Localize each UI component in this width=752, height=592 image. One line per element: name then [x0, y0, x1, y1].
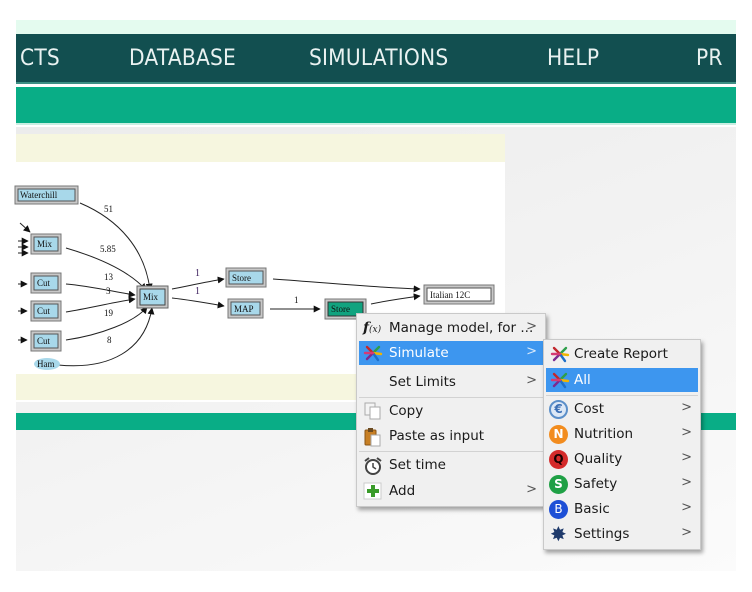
menu-item-paste-as-input[interactable]: Paste as input: [359, 424, 543, 448]
submenu-arrow: >: [681, 450, 692, 465]
svg-text:Store: Store: [232, 273, 251, 283]
gear-icon: ✸: [550, 522, 567, 546]
edge-store-italian: [272, 278, 421, 293]
submenu-item-safety[interactable]: S Safety >: [546, 472, 698, 496]
edge-mixleft-mix: [65, 247, 147, 291]
node-waterchill[interactable]: Waterchill: [14, 185, 79, 205]
edge-offscreen-1: [19, 222, 31, 233]
submenu-arrow: >: [526, 344, 537, 359]
simulate-star-icon: [550, 345, 570, 363]
plus-icon: [363, 482, 383, 500]
euro-icon: €: [549, 400, 568, 419]
simulate-star-icon: [363, 344, 383, 362]
edge-label: 19: [104, 308, 114, 318]
svg-text:Mix: Mix: [143, 292, 159, 302]
function-icon: f(x): [363, 320, 382, 336]
menu-separator: [359, 397, 543, 398]
edge-label: 51: [104, 204, 113, 214]
svg-text:Cut: Cut: [37, 336, 51, 346]
copy-icon: [363, 402, 383, 420]
node-ham[interactable]: Ham: [34, 358, 60, 370]
submenu-item-create-report[interactable]: Create Report: [546, 342, 698, 366]
simulate-submenu: Create Report All € Cost > N Nutrition >…: [543, 339, 701, 550]
edge-label: 8: [107, 335, 112, 345]
safety-s-icon: S: [549, 475, 568, 494]
menu-item-set-limits[interactable]: Set Limits >: [359, 370, 543, 394]
paste-icon: [363, 427, 383, 447]
submenu-arrow: >: [526, 482, 537, 497]
svg-text:Cut: Cut: [37, 278, 51, 288]
context-menu: f(x) Manage model, for ... > Simulate > …: [356, 313, 546, 507]
submenu-arrow: >: [681, 475, 692, 490]
node-italian-12c[interactable]: Italian 12C: [423, 284, 495, 305]
node-map[interactable]: MAP: [227, 298, 264, 319]
svg-text:Italian 12C: Italian 12C: [430, 290, 470, 300]
edge-storesel-italian: [370, 293, 421, 305]
menu-separator: [546, 395, 698, 396]
svg-text:Mix: Mix: [37, 239, 53, 249]
node-cut-3[interactable]: Cut: [30, 330, 62, 352]
menu-item-manage-model[interactable]: f(x) Manage model, for ... >: [359, 316, 543, 340]
nutrition-n-icon: N: [549, 425, 568, 444]
basic-b-icon: B: [549, 500, 568, 519]
menu-item-add[interactable]: Add >: [359, 479, 543, 503]
edge-labels: 51 5.85 13 3 19 8 1 1 1: [100, 204, 299, 345]
edge-mix-map: [171, 297, 225, 309]
svg-text:Waterchill: Waterchill: [20, 190, 58, 200]
submenu-arrow: >: [681, 500, 692, 515]
submenu-item-settings[interactable]: ✸ Settings >: [546, 522, 698, 546]
edge-cut2-mix: [65, 296, 136, 313]
node-cut-1[interactable]: Cut: [30, 272, 62, 294]
submenu-item-nutrition[interactable]: N Nutrition >: [546, 422, 698, 446]
menu-item-copy[interactable]: Copy: [359, 399, 543, 423]
edge-label: 3: [106, 286, 111, 296]
submenu-arrow: >: [526, 319, 537, 334]
submenu-item-basic[interactable]: B Basic >: [546, 497, 698, 521]
submenu-item-all[interactable]: All: [546, 368, 698, 392]
submenu-arrow: >: [526, 373, 537, 388]
menu-separator: [359, 451, 543, 452]
node-mix-left[interactable]: Mix: [30, 233, 62, 255]
edge-label: 1: [294, 295, 299, 305]
edge-label: 13: [104, 272, 114, 282]
alarm-clock-icon: [363, 456, 383, 475]
svg-text:Cut: Cut: [37, 306, 51, 316]
svg-text:Store: Store: [331, 304, 350, 314]
menu-item-simulate[interactable]: Simulate >: [359, 341, 543, 365]
edge-label: 1: [195, 286, 200, 297]
node-cut-2[interactable]: Cut: [30, 300, 62, 322]
submenu-arrow: >: [681, 525, 692, 540]
simulate-star-icon: [550, 371, 570, 389]
edge-label: 1: [195, 268, 200, 279]
screen: CTS DATABASE SIMULATIONS HELP PR 51 5.85…: [0, 0, 752, 592]
submenu-item-cost[interactable]: € Cost >: [546, 397, 698, 421]
submenu-arrow: >: [681, 400, 692, 415]
edge-cut1-mix: [65, 283, 136, 298]
node-mix-center[interactable]: Mix: [136, 285, 169, 309]
quality-q-icon: Q: [549, 450, 568, 469]
svg-text:Ham: Ham: [37, 359, 55, 369]
edge-label: 5.85: [100, 244, 116, 254]
node-store-top[interactable]: Store: [225, 267, 267, 288]
svg-text:MAP: MAP: [234, 304, 254, 314]
submenu-item-quality[interactable]: Q Quality >: [546, 447, 698, 471]
menu-item-set-time[interactable]: Set time: [359, 453, 543, 477]
submenu-arrow: >: [681, 425, 692, 440]
